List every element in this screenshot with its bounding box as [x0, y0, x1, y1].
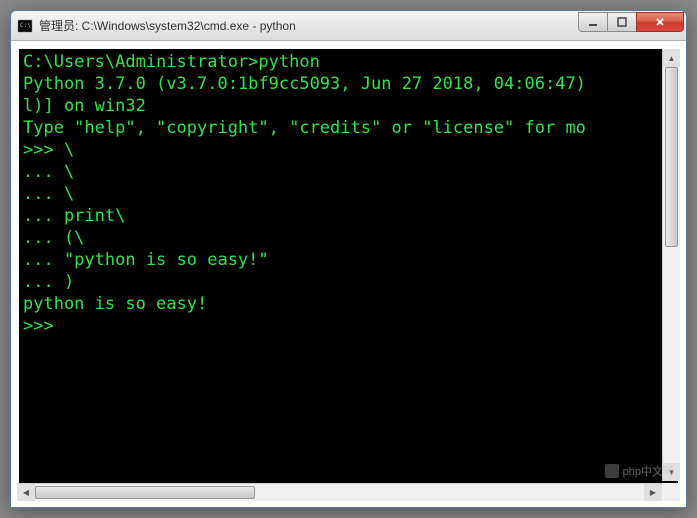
watermark-text: php中文网 — [623, 463, 674, 479]
cmd-icon: C:\ — [17, 18, 33, 34]
scrollbar-corner — [662, 483, 680, 501]
scroll-left-arrow-icon[interactable]: ◀ — [17, 484, 35, 501]
scroll-right-arrow-icon[interactable]: ▶ — [644, 484, 662, 501]
scroll-up-arrow-icon[interactable]: ▲ — [663, 49, 680, 67]
minimize-button[interactable] — [578, 12, 608, 32]
vertical-scroll-thumb[interactable] — [665, 67, 678, 247]
horizontal-scrollbar[interactable]: ◀ ▶ — [17, 483, 662, 501]
cmd-window: C:\ 管理员: C:\Windows\system32\cmd.exe - p… — [10, 10, 687, 508]
window-title: 管理员: C:\Windows\system32\cmd.exe - pytho… — [39, 17, 579, 34]
terminal-viewport[interactable]: C:\Users\Administrator>python Python 3.7… — [17, 47, 680, 501]
window-controls — [579, 12, 684, 34]
horizontal-scroll-thumb[interactable] — [35, 486, 255, 499]
watermark: php中文网 — [605, 463, 674, 479]
svg-text:C:\: C:\ — [20, 22, 31, 29]
watermark-logo-icon — [605, 464, 619, 478]
close-button[interactable] — [636, 12, 684, 32]
maximize-button[interactable] — [607, 12, 637, 32]
vertical-scrollbar[interactable]: ▲ ▼ — [662, 49, 680, 481]
terminal-output: C:\Users\Administrator>python Python 3.7… — [19, 49, 678, 339]
titlebar[interactable]: C:\ 管理员: C:\Windows\system32\cmd.exe - p… — [11, 11, 686, 41]
